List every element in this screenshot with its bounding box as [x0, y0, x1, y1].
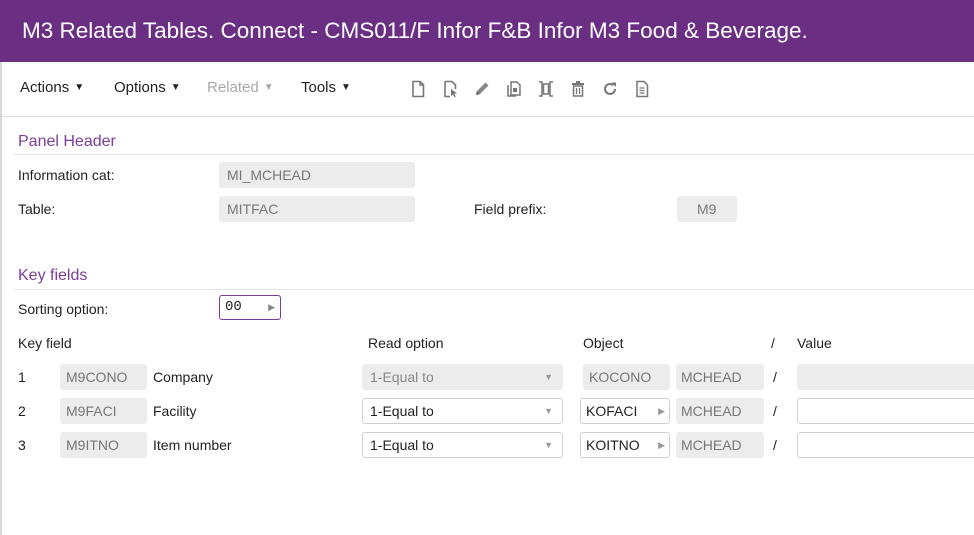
left-border — [0, 62, 2, 535]
read-option-select: 1-Equal to ▼ — [362, 364, 563, 390]
select-icon[interactable] — [440, 79, 460, 99]
read-option-header: Read option — [368, 335, 444, 351]
refresh-icon[interactable] — [600, 79, 620, 99]
dropdown-arrow-icon: ▼ — [544, 372, 553, 382]
row-slash: / — [773, 403, 777, 419]
window-title: M3 Related Tables. Connect - CMS011/F In… — [22, 18, 808, 43]
caret-down-icon: ▼ — [170, 82, 181, 93]
object-file-field: MCHEAD — [676, 364, 764, 390]
value-input[interactable] — [797, 432, 974, 458]
dropdown-arrow-icon: ▼ — [544, 406, 553, 416]
information-cat-label: Information cat: — [18, 167, 115, 183]
duplicate-icon[interactable] — [536, 79, 556, 99]
row-slash: / — [773, 369, 777, 385]
copy-icon[interactable] — [504, 79, 524, 99]
table-label: Table: — [18, 201, 56, 217]
options-menu[interactable]: Options ▼ — [114, 79, 181, 96]
value-input[interactable] — [797, 398, 974, 424]
key-field-description: Facility — [153, 403, 197, 419]
read-option-select[interactable]: 1-Equal to ▼ — [362, 432, 563, 458]
key-field-name: M9FACI — [60, 398, 147, 424]
object-input[interactable]: KOITNO ▶ — [580, 432, 670, 458]
row-slash: / — [773, 437, 777, 453]
field-prefix-field: M9 — [677, 196, 737, 222]
title-bar: M3 Related Tables. Connect - CMS011/F In… — [0, 0, 974, 62]
key-field-header: Key field — [18, 335, 72, 351]
row-number: 2 — [18, 403, 26, 419]
related-menu[interactable]: Related ▼ — [207, 79, 274, 96]
read-option-select[interactable]: 1-Equal to ▼ — [362, 398, 563, 424]
key-fields-divider — [14, 289, 974, 290]
information-cat-field: MI_MCHEAD — [219, 162, 415, 188]
tools-menu[interactable]: Tools ▼ — [301, 79, 351, 96]
slash-header: / — [771, 335, 775, 351]
toolbar: Actions ▼ Options ▼ Related ▼ Tools ▼ — [2, 62, 974, 117]
object-input[interactable]: KOFACI ▶ — [580, 398, 670, 424]
row-number: 3 — [18, 437, 26, 453]
dropdown-arrow-icon: ▼ — [544, 440, 553, 450]
caret-down-icon: ▼ — [341, 82, 351, 93]
chevron-right-icon[interactable]: ▶ — [658, 433, 665, 457]
field-prefix-label: Field prefix: — [474, 201, 547, 217]
object-file-field: MCHEAD — [676, 398, 764, 424]
key-field-description: Company — [153, 369, 213, 385]
actions-menu[interactable]: Actions ▼ — [20, 79, 84, 96]
panel-header-title: Panel Header — [18, 133, 116, 150]
document-icon[interactable] — [632, 79, 652, 99]
caret-down-icon: ▼ — [74, 82, 85, 93]
delete-icon[interactable] — [568, 79, 588, 99]
key-field-name: M9CONO — [60, 364, 147, 390]
value-field — [797, 364, 974, 390]
sorting-option-input[interactable]: 00 ▶ — [219, 295, 281, 320]
object-file-field: MCHEAD — [676, 432, 764, 458]
key-fields-title: Key fields — [18, 267, 88, 284]
row-number: 1 — [18, 369, 26, 385]
sorting-option-label: Sorting option: — [18, 301, 109, 317]
key-field-description: Item number — [153, 437, 232, 453]
edit-icon[interactable] — [472, 79, 492, 99]
new-icon[interactable] — [408, 79, 428, 99]
chevron-right-icon[interactable]: ▶ — [658, 399, 665, 423]
panel-header-divider — [14, 154, 974, 155]
value-header: Value — [797, 335, 832, 351]
chevron-right-icon[interactable]: ▶ — [268, 296, 275, 319]
object-header: Object — [583, 335, 624, 351]
key-field-name: M9ITNO — [60, 432, 147, 458]
object-field: KOCONO — [583, 364, 670, 390]
table-field: MITFAC — [219, 196, 415, 222]
caret-down-icon: ▼ — [263, 82, 274, 93]
